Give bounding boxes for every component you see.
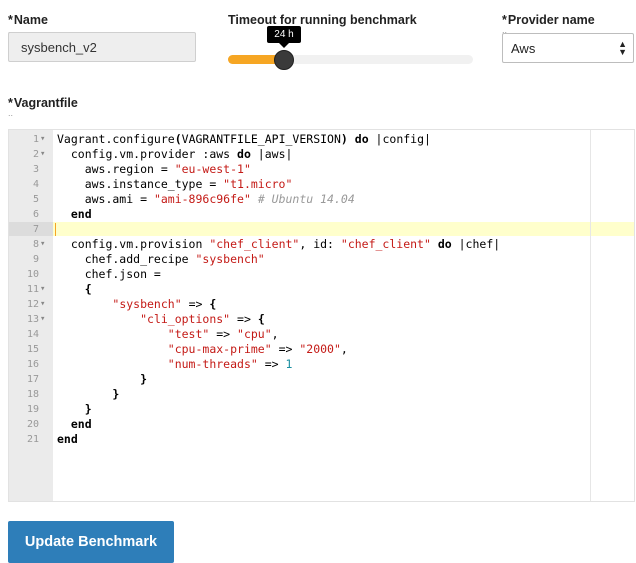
line-number: 10 (26, 269, 39, 280)
provider-select[interactable]: Aws ▲ ▼ (502, 33, 634, 63)
editor-line: 1 ▾ Vagrant.configure(VAGRANTFILE_API_VERS… (9, 132, 634, 147)
code-text: "test" => "cpu", (167, 327, 279, 341)
code-text: } (140, 372, 148, 386)
vagrantfile-label-text: Vagrantfile (13, 96, 78, 110)
select-arrows-icon: ▲ ▼ (618, 39, 627, 57)
line-number: 7 (32, 224, 39, 235)
editor-line: 5 aws.ami = "ami-896c96fe" # Ubuntu 14.0… (9, 192, 634, 207)
editor-line: 11 ▾ { (9, 282, 634, 297)
line-number: 17 (26, 374, 39, 385)
line-number: 6 (32, 209, 39, 220)
line-number: 8 (32, 239, 39, 250)
editor-line: 7 (9, 222, 634, 237)
code-text: config.vm.provision "chef_client", id: "… (57, 237, 501, 251)
vagrantfile-label: *Vagrantfile (8, 96, 78, 110)
code-text: end (70, 417, 92, 431)
editor-line: 3 aws.region = "eu-west-1" (9, 162, 634, 177)
line-number: 20 (26, 419, 39, 430)
code-text: "cpu-max-prime" => "2000", (167, 342, 348, 356)
provider-label: *Provider name (502, 13, 595, 27)
editor-line: 6 end (9, 207, 634, 222)
editor-lines: 1 ▾ Vagrant.configure(VAGRANTFILE_API_VERS… (9, 132, 634, 447)
code-text: end (57, 432, 78, 446)
fold-arrow-icon[interactable]: ▾ (40, 237, 50, 252)
timeout-slider[interactable] (228, 50, 473, 70)
line-number: 21 (26, 434, 39, 445)
editor-line: 13 ▾ "cli_options" => { (9, 312, 634, 327)
code-text: Vagrant.configure(VAGRANTFILE_API_VERSIO… (57, 132, 431, 146)
line-number: 1 (32, 134, 39, 145)
line-number: 14 (26, 329, 39, 340)
code-text: aws.ami = "ami-896c96fe" # Ubuntu 14.04 (57, 192, 355, 206)
name-input[interactable] (8, 32, 196, 62)
text-cursor (55, 223, 56, 236)
line-number: 4 (32, 179, 39, 190)
editor-line: 8 ▾ config.vm.provision "chef_client", id… (9, 237, 634, 252)
line-number: 9 (32, 254, 39, 265)
update-benchmark-button[interactable]: Update Benchmark (8, 521, 174, 563)
vagrantfile-code-editor[interactable]: 1 ▾ Vagrant.configure(VAGRANTFILE_API_VERS… (8, 129, 635, 502)
editor-line: 21 end (9, 432, 634, 447)
code-text: "num-threads" => 1 (167, 357, 293, 371)
fold-arrow-icon[interactable]: ▾ (40, 132, 50, 147)
editor-line: 15 "cpu-max-prime" => "2000", (9, 342, 634, 357)
fold-arrow-icon[interactable]: ▾ (40, 297, 50, 312)
editor-line: 14 "test" => "cpu", (9, 327, 634, 342)
code-text: { (84, 282, 92, 296)
editor-line: 9 chef.add_recipe "sysbench" (9, 252, 634, 267)
code-text: end (70, 207, 92, 221)
line-number: 15 (26, 344, 39, 355)
editor-line: 17 } (9, 372, 634, 387)
code-text: aws.instance_type = "t1.micro" (57, 177, 293, 191)
code-text: } (112, 387, 120, 401)
line-number: 19 (26, 404, 39, 415)
provider-selected-value: Aws (511, 41, 536, 56)
editor-line: 18 } (9, 387, 634, 402)
code-text: chef.json = (57, 267, 161, 281)
line-number: 2 (32, 149, 39, 160)
line-number: 5 (32, 194, 39, 205)
code-text: aws.region = "eu-west-1" (57, 162, 251, 176)
line-number: 16 (26, 359, 39, 370)
fold-arrow-icon[interactable]: ▾ (40, 147, 50, 162)
line-number: 11 (26, 284, 39, 295)
code-text: "sysbench" => { (112, 297, 217, 311)
timeout-tooltip: 24 h (267, 26, 301, 43)
code-text: chef.add_recipe "sysbench" (57, 252, 265, 266)
editor-line: 19 } (9, 402, 634, 417)
line-number: 12 (26, 299, 39, 310)
editor-line: 12 ▾ "sysbench" => { (9, 297, 634, 312)
editor-line: 2 ▾ config.vm.provider :aws do |aws| (9, 147, 634, 162)
provider-label-text: Provider name (507, 13, 595, 27)
fold-arrow-icon[interactable]: ▾ (40, 282, 50, 297)
line-number: 13 (26, 314, 39, 325)
editor-line: 10 chef.json = (9, 267, 634, 282)
timeout-tooltip-arrow (279, 43, 289, 48)
fold-arrow-icon[interactable]: ▾ (40, 312, 50, 327)
editor-line: 4 aws.instance_type = "t1.micro" (9, 177, 634, 192)
line-number: 18 (26, 389, 39, 400)
name-label-text: Name (13, 13, 48, 27)
name-label: *Name (8, 13, 48, 27)
code-text: config.vm.provider :aws do |aws| (57, 147, 293, 161)
line-number: 3 (32, 164, 39, 175)
vagrantfile-hint: .. (8, 108, 14, 118)
timeout-label: Timeout for running benchmark (228, 13, 417, 27)
timeout-slider-handle[interactable] (274, 50, 295, 70)
editor-line: 16 "num-threads" => 1 (9, 357, 634, 372)
code-text: } (84, 402, 92, 416)
code-text: "cli_options" => { (140, 312, 265, 326)
editor-line: 20 end (9, 417, 634, 432)
